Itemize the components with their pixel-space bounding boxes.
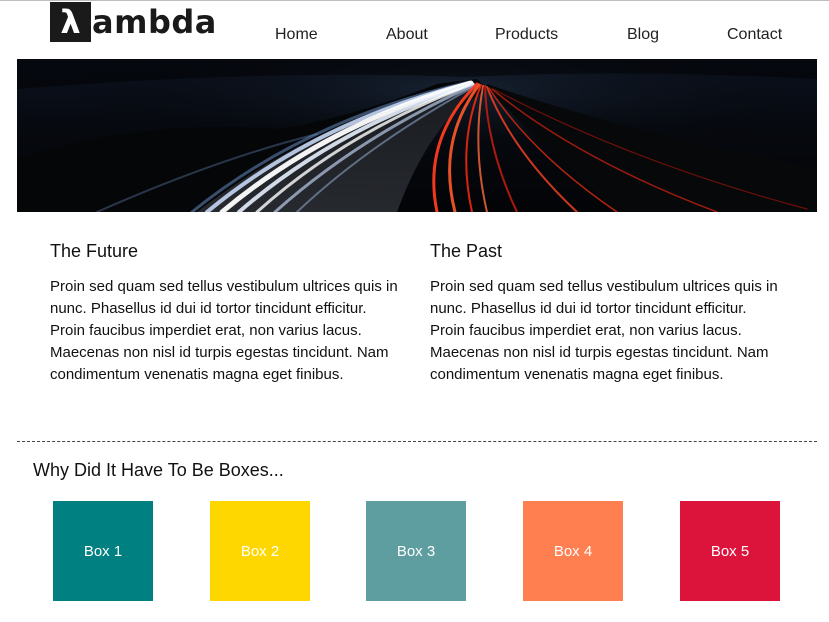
nav-blog[interactable]: Blog — [627, 26, 659, 44]
past-paragraph: Proin sed quam sed tellus vestibulum ult… — [430, 278, 778, 383]
box-5[interactable]: Box 5 — [680, 501, 780, 601]
future-paragraph: Proin sed quam sed tellus vestibulum ult… — [50, 278, 398, 383]
hero-image — [17, 59, 817, 212]
past-heading: The Past — [430, 241, 503, 261]
nav-products[interactable]: Products — [495, 26, 558, 44]
box-1[interactable]: Box 1 — [53, 501, 153, 601]
main-nav: Home About Products Blog Contact — [0, 26, 829, 46]
box-2[interactable]: Box 2 — [210, 501, 310, 601]
box-3[interactable]: Box 3 — [366, 501, 466, 601]
dashed-divider — [17, 441, 817, 442]
nav-about[interactable]: About — [386, 26, 428, 44]
site-header: λ ambda Home About Products Blog Contact — [0, 0, 829, 60]
highway-light-trails-image — [17, 59, 817, 212]
nav-contact[interactable]: Contact — [727, 26, 782, 44]
box-4[interactable]: Box 4 — [523, 501, 623, 601]
future-column: The Future Proin sed quam sed tellus ves… — [50, 239, 402, 386]
past-column: The Past Proin sed quam sed tellus vesti… — [430, 239, 782, 386]
future-heading: The Future — [50, 241, 139, 261]
boxes-heading: Why Did It Have To Be Boxes... — [33, 460, 284, 480]
nav-home[interactable]: Home — [275, 26, 318, 44]
